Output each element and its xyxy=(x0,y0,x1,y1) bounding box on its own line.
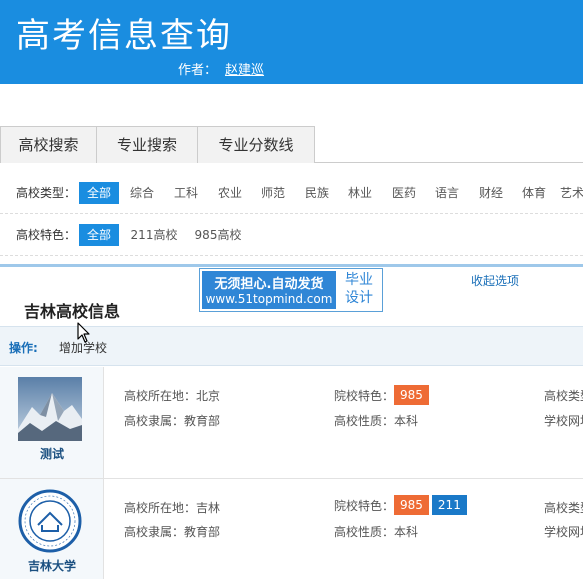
filter-type-label: 高校类型： xyxy=(16,186,77,200)
school-website: 学校网址 xyxy=(544,525,583,539)
type-option[interactable]: 师范 xyxy=(255,182,291,204)
section-title: 吉林高校信息 xyxy=(24,302,121,321)
ad-banner-side: 毕业 设计 xyxy=(338,271,380,309)
operations-label: 操作: xyxy=(9,341,38,355)
type-option[interactable]: 医药 xyxy=(386,182,422,204)
school-row: 吉林大学 高校所在地：吉林 高校隶属：教育部 院校特色： 985 211 高校性质：… xyxy=(0,479,583,579)
divider xyxy=(0,264,583,267)
type-option-all[interactable]: 全部 xyxy=(79,182,119,204)
type-option[interactable]: 体育 xyxy=(516,182,552,204)
university-seal-icon[interactable] xyxy=(18,489,82,553)
filter-feature-label: 高校特色： xyxy=(16,228,77,242)
badge-211: 211 xyxy=(431,495,467,515)
school-type: 高校类型 xyxy=(544,389,583,403)
type-option[interactable]: 林业 xyxy=(342,182,378,204)
school-features: 院校特色： 985 xyxy=(334,385,432,406)
feature-label: 院校特色： xyxy=(334,498,395,513)
type-option[interactable]: 综合 xyxy=(124,182,160,204)
ad-banner-main: 无须担心.自动发货 www.51topmind.com xyxy=(202,271,336,309)
tab-major-search[interactable]: 专业搜索 xyxy=(96,126,198,163)
school-affiliation: 高校隶属：教育部 xyxy=(124,525,221,539)
feature-option-all[interactable]: 全部 xyxy=(79,224,119,246)
tab-college-search[interactable]: 高校搜索 xyxy=(0,126,97,163)
school-location: 高校所在地：北京 xyxy=(124,389,221,403)
badge-985: 985 xyxy=(394,495,429,515)
school-left-panel: 吉林大学 xyxy=(0,479,104,579)
feature-option-985[interactable]: 985高校 xyxy=(190,224,246,246)
school-nature: 高校性质：本科 xyxy=(334,414,419,428)
school-location: 高校所在地：吉林 xyxy=(124,501,221,515)
school-name[interactable]: 吉林大学 xyxy=(0,557,104,574)
tab-bar: 高校搜索 专业搜索 专业分数线 xyxy=(0,126,583,163)
type-option[interactable]: 农业 xyxy=(212,182,248,204)
mouse-cursor-icon xyxy=(77,322,90,343)
author-link[interactable]: 赵建巡 xyxy=(225,63,264,78)
school-left-panel: 测试 xyxy=(0,367,104,478)
school-name[interactable]: 测试 xyxy=(0,445,104,462)
type-option[interactable]: 民族 xyxy=(299,182,335,204)
type-option[interactable]: 财经 xyxy=(473,182,509,204)
badge-985: 985 xyxy=(394,385,429,405)
ad-line-1: 无须担心.自动发货 xyxy=(214,277,324,292)
feature-option-211[interactable]: 211高校 xyxy=(126,224,182,246)
author-line: 作者： 赵建巡 xyxy=(178,59,264,78)
page-title: 高考信息查询 xyxy=(16,16,232,56)
type-option[interactable]: 语言 xyxy=(429,182,465,204)
school-type: 高校类型 xyxy=(544,501,583,515)
school-features: 院校特色： 985 211 xyxy=(334,495,470,516)
author-label: 作者： xyxy=(178,63,218,78)
filter-type-row: 高校类型： 全部 综合 工科 农业 师范 民族 林业 医药 语言 财经 体育 艺… xyxy=(0,172,583,214)
ad-side-line-2: 设计 xyxy=(345,290,373,306)
app-header: 高考信息查询 作者： 赵建巡 xyxy=(0,0,583,84)
school-affiliation: 高校隶属：教育部 xyxy=(124,414,221,428)
type-option[interactable]: 艺术 xyxy=(560,182,583,204)
school-website: 学校网址 xyxy=(544,414,583,428)
ad-banner[interactable]: 无须担心.自动发货 www.51topmind.com 毕业 设计 xyxy=(199,268,383,312)
ad-side-line-1: 毕业 xyxy=(345,272,373,288)
feature-label: 院校特色： xyxy=(334,388,395,403)
school-row: 测试 高校所在地：北京 高校隶属：教育部 院校特色： 985 高校性质：本科 高校… xyxy=(0,367,583,479)
type-option[interactable]: 工科 xyxy=(168,182,204,204)
tab-major-score[interactable]: 专业分数线 xyxy=(197,126,315,163)
ad-line-2: www.51topmind.com xyxy=(205,292,333,306)
filter-feature-row: 高校特色： 全部 211高校 985高校 xyxy=(0,214,583,256)
collapse-options-link[interactable]: 收起选项 xyxy=(471,272,519,289)
school-nature: 高校性质：本科 xyxy=(334,525,419,539)
mountain-image[interactable] xyxy=(18,377,82,441)
